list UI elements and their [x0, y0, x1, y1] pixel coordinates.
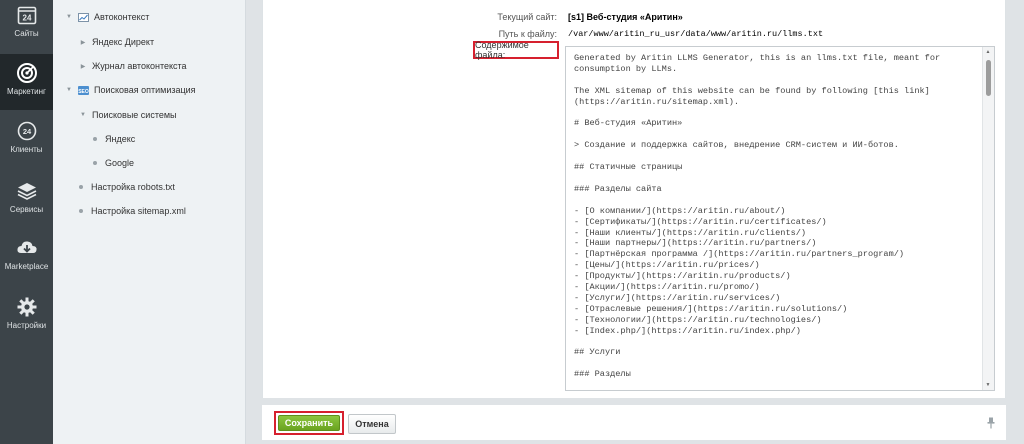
tree-item-label: Настройка robots.txt	[91, 182, 175, 192]
save-button-highlight: Сохранить	[274, 411, 344, 435]
action-bar: Сохранить Отмена	[262, 404, 1006, 440]
tree-item-google[interactable]: Google	[93, 158, 134, 168]
seo-icon: SEO	[78, 85, 89, 95]
clients-24-icon: 24	[16, 120, 38, 142]
sidebar-item-settings[interactable]: Настройки	[0, 292, 53, 348]
tree-item-sitemap[interactable]: Настройка sitemap.xml	[79, 206, 186, 216]
sidebar-item-clients[interactable]: 24 Клиенты	[0, 116, 53, 172]
pin-icon[interactable]	[986, 417, 996, 429]
file-path-value: /var/www/aritin_ru_usr/data/www/aritin.r…	[568, 29, 824, 39]
tree-item-label: Яндекс Директ	[92, 37, 155, 47]
expand-arrow-icon[interactable]: ▶	[79, 63, 87, 70]
layers-icon	[16, 180, 38, 202]
sidebar-item-label: Marketplace	[4, 262, 49, 271]
sidebar-item-label: Клиенты	[10, 145, 43, 154]
tree-item-label: Поисковые системы	[92, 110, 177, 120]
collapse-arrow-icon[interactable]: ▼	[79, 112, 87, 118]
gear-icon	[16, 296, 38, 318]
tree-item-label: Яндекс	[105, 134, 136, 144]
svg-text:SEO: SEO	[78, 88, 89, 94]
sidebar-item-label: Сервисы	[9, 205, 44, 214]
file-content-text[interactable]: Generated by Aritin LLMS Generator, this…	[574, 53, 982, 390]
scrollbar-thumb[interactable]	[986, 60, 991, 96]
sidebar-item-label: Маркетинг	[7, 87, 46, 96]
scroll-down-icon[interactable]: ▼	[985, 382, 991, 388]
collapse-arrow-icon[interactable]: ▼	[65, 14, 73, 20]
sidebar-item-services[interactable]: Сервисы	[0, 176, 53, 232]
tree-item-yandex-direct[interactable]: ▶ Яндекс Директ	[79, 37, 154, 47]
tree-item-seo[interactable]: ▼ SEO Поисковая оптимизация	[65, 85, 196, 95]
chart-icon	[78, 12, 89, 22]
left-sidebar: 24 Сайты Маркетинг 24 Клиенты Сервисы Ma…	[0, 0, 53, 444]
sidebar-item-label: Сайты	[14, 29, 39, 38]
tree-item-label: Настройка sitemap.xml	[91, 206, 186, 216]
save-button[interactable]: Сохранить	[278, 415, 340, 431]
current-site-value: [s1] Веб-студия «Аритин»	[568, 12, 683, 22]
section-tree: ▼ Автоконтекст ▶ Яндекс Директ ▶ Журнал …	[53, 0, 246, 444]
scrollbar[interactable]: ▲ ▼	[982, 47, 994, 390]
file-content-label: Содержимое файла:	[473, 40, 559, 60]
cloud-download-icon	[16, 237, 38, 259]
sidebar-item-sites[interactable]: 24 Сайты	[0, 0, 53, 56]
sidebar-item-marketing[interactable]: Маркетинг	[0, 54, 53, 110]
scroll-up-icon[interactable]: ▲	[985, 49, 991, 55]
file-path-label: Путь к файлу:	[498, 29, 557, 39]
tree-item-label: Автоконтекст	[94, 12, 150, 22]
bullet-icon	[79, 185, 83, 189]
sidebar-item-label: Настройки	[6, 321, 47, 330]
bullet-icon	[93, 161, 97, 165]
file-content-textarea[interactable]: Generated by Aritin LLMS Generator, this…	[565, 46, 995, 391]
tree-item-label: Google	[105, 158, 135, 168]
tree-item-label: Поисковая оптимизация	[94, 85, 196, 95]
target-icon	[16, 62, 38, 84]
tree-item-autocontext-log[interactable]: ▶ Журнал автоконтекста	[79, 61, 187, 71]
tree-item-search-engines[interactable]: ▼ Поисковые системы	[79, 110, 177, 120]
tree-item-robots[interactable]: Настройка robots.txt	[79, 182, 175, 192]
bullet-icon	[93, 137, 97, 141]
svg-text:24: 24	[22, 14, 31, 23]
svg-text:24: 24	[22, 127, 31, 136]
bullet-icon	[79, 209, 83, 213]
tree-item-yandex[interactable]: Яндекс	[93, 134, 135, 144]
tree-item-label: Журнал автоконтекста	[92, 61, 187, 71]
tree-item-autocontext[interactable]: ▼ Автоконтекст	[65, 12, 149, 22]
expand-arrow-icon[interactable]: ▶	[79, 39, 87, 46]
edit-form: Текущий сайт: [s1] Веб-студия «Аритин» П…	[262, 0, 1006, 398]
current-site-label: Текущий сайт:	[497, 12, 557, 22]
collapse-arrow-icon[interactable]: ▼	[65, 87, 73, 93]
sidebar-item-marketplace[interactable]: Marketplace	[0, 233, 53, 289]
sites-calendar-icon: 24	[16, 4, 38, 26]
cancel-button[interactable]: Отмена	[348, 414, 396, 434]
